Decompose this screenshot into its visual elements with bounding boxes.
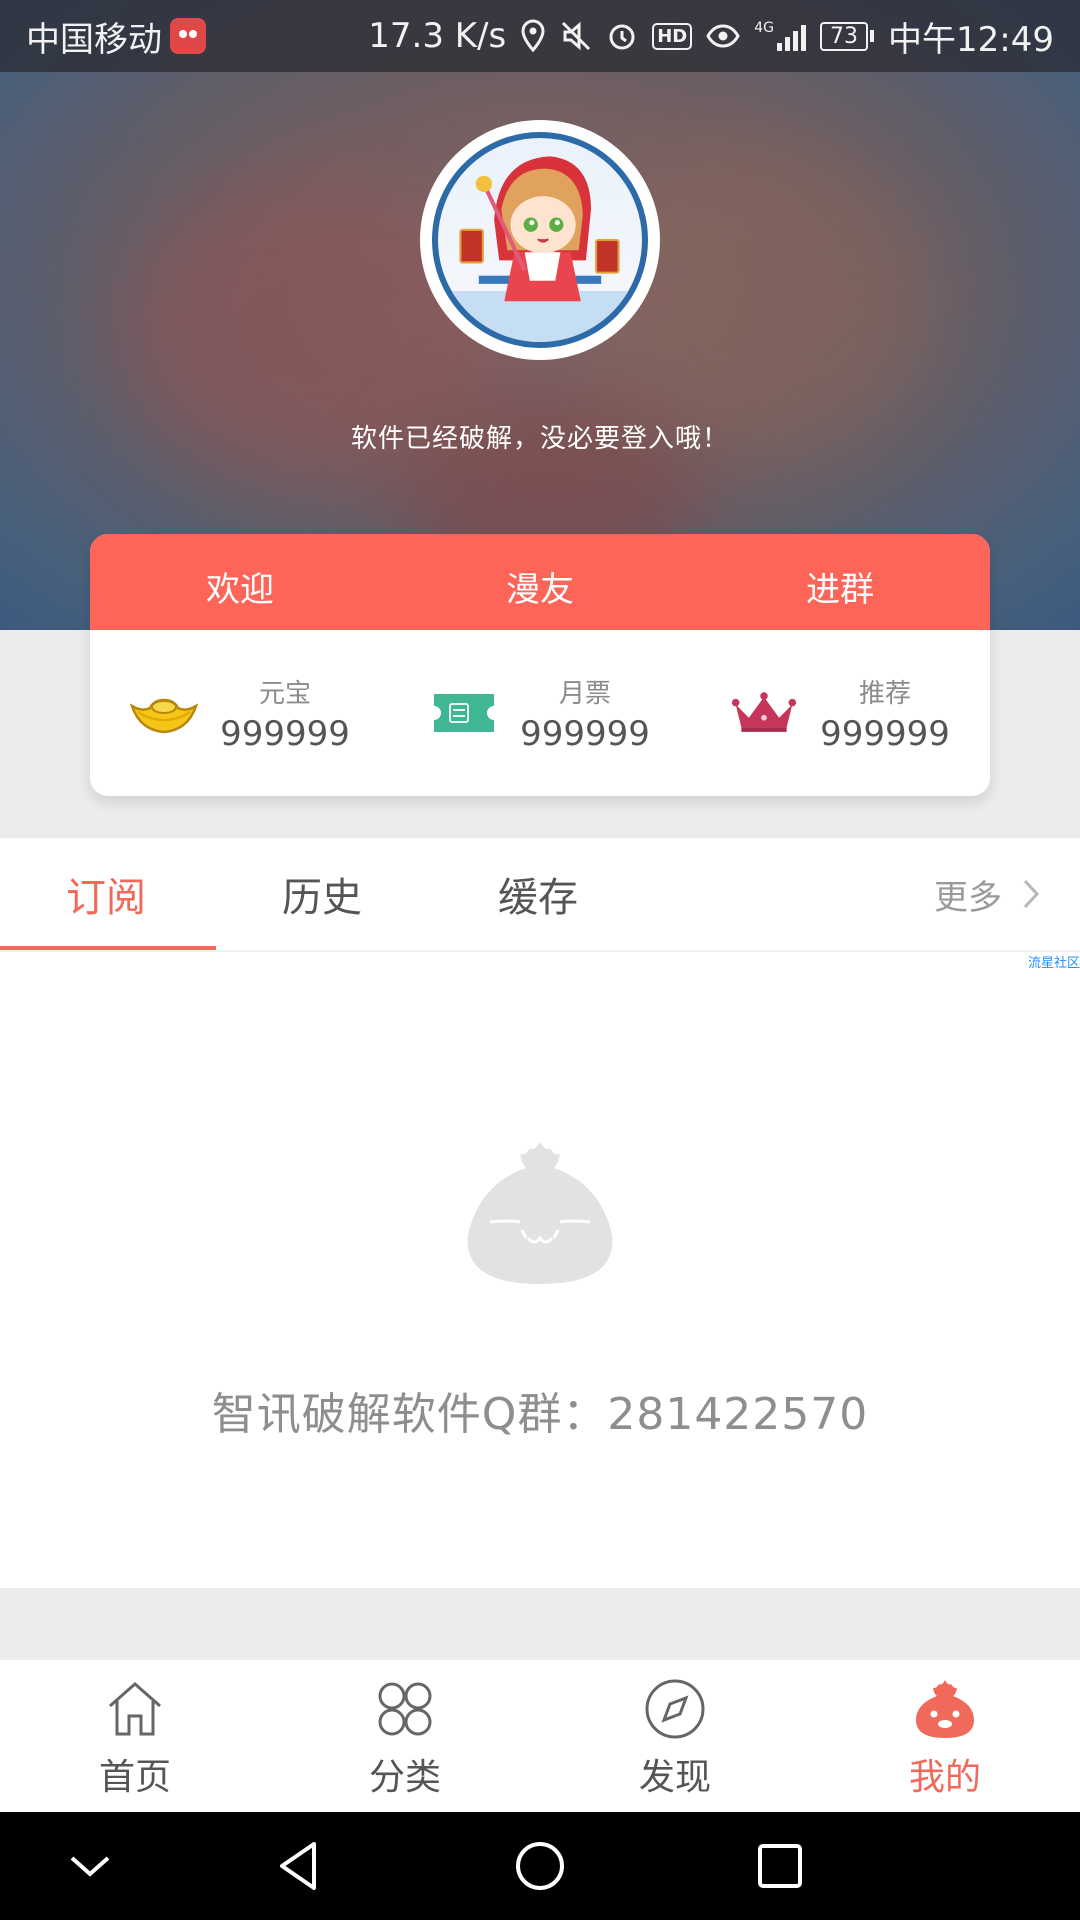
anime-character-illustration (438, 156, 642, 342)
alarm-icon (609, 24, 635, 50)
tab-history[interactable]: 历史 (282, 838, 362, 950)
more-label: 更多 (934, 877, 1002, 918)
empty-mascot-icon (467, 1142, 613, 1284)
crown-icon (730, 687, 798, 739)
active-tab-indicator (0, 946, 216, 950)
ticket-value: 999999 (520, 713, 650, 754)
card-action-bar: 欢迎 漫友 进群 (90, 534, 990, 630)
user-stats-card: 欢迎 漫友 进群 元宝 999999 月票 999999 推荐 999999 (90, 534, 990, 796)
nav-discover-label: 发现 (638, 1757, 711, 1798)
monthly-ticket-stat[interactable]: 月票 999999 (390, 673, 690, 754)
watermark-text: 流星社区 (1027, 956, 1080, 971)
nav-category[interactable]: 分类 (270, 1660, 540, 1812)
chevron-right-icon (1023, 879, 1040, 909)
nav-mine[interactable]: 我的 (810, 1660, 1080, 1812)
welcome-button[interactable]: 欢迎 (90, 554, 390, 611)
hd-icon: HD (652, 22, 693, 50)
recommend-value: 999999 (820, 713, 950, 754)
nav-home[interactable]: 首页 (0, 1660, 270, 1812)
gold-ingot-icon (130, 687, 199, 739)
status-bar: 中国移动 17.3 K/s HD 4G 73 中午12:49 (0, 0, 1080, 72)
eye-icon (706, 24, 740, 48)
compass-icon (645, 1679, 705, 1739)
tab-cache[interactable]: 缓存 (498, 838, 578, 950)
collapse-chevron-icon[interactable] (58, 1834, 122, 1898)
mascot-icon (916, 1680, 974, 1738)
battery-icon: 73 (820, 21, 875, 51)
clock: 中午12:49 (888, 19, 1054, 60)
tab-subscriptions[interactable]: 订阅 (66, 838, 146, 950)
nav-mine-label: 我的 (908, 1757, 981, 1798)
system-navigation-bar (0, 1812, 1080, 1920)
recommend-stat[interactable]: 推荐 999999 (690, 673, 990, 754)
location-icon (521, 19, 545, 53)
nav-discover[interactable]: 发现 (540, 1660, 810, 1812)
bottom-navigation: 首页 分类 发现 我的 (0, 1658, 1080, 1812)
qq-group-message: 智讯破解软件Q群：281422570 (211, 1389, 869, 1440)
join-group-button[interactable]: 进群 (690, 554, 990, 611)
nav-home-label: 首页 (98, 1757, 171, 1798)
ticket-label: 月票 (558, 678, 611, 709)
profile-tagline: 软件已经破解，没必要登入哦！ (350, 424, 729, 454)
signal-icon: 4G (754, 21, 807, 51)
home-icon (109, 1682, 161, 1736)
ticket-icon (430, 687, 498, 739)
mute-icon (562, 21, 591, 51)
more-button[interactable]: 更多 (934, 838, 1040, 950)
carrier-label: 中国移动 (26, 19, 162, 60)
nav-category-label: 分类 (368, 1757, 441, 1798)
back-icon[interactable] (268, 1834, 332, 1898)
manga-friends-button[interactable]: 漫友 (390, 554, 690, 611)
gold-label: 元宝 (258, 678, 311, 709)
gold-stat[interactable]: 元宝 999999 (90, 673, 390, 754)
battery-level: 73 (820, 21, 869, 51)
recent-apps-icon[interactable] (748, 1834, 812, 1898)
user-avatar[interactable] (420, 120, 660, 360)
empty-state-panel: 流星社区 智讯破解软件Q群：281422570 (0, 952, 1080, 1588)
network-speed: 17.3 K/s (368, 16, 507, 56)
home-circle-icon[interactable] (508, 1834, 572, 1898)
library-tabs: 订阅 历史 缓存 更多 (0, 838, 1080, 952)
app-notification-icon (170, 18, 206, 54)
category-icon (378, 1682, 432, 1736)
gold-value: 999999 (220, 713, 350, 754)
recommend-label: 推荐 (858, 678, 911, 709)
